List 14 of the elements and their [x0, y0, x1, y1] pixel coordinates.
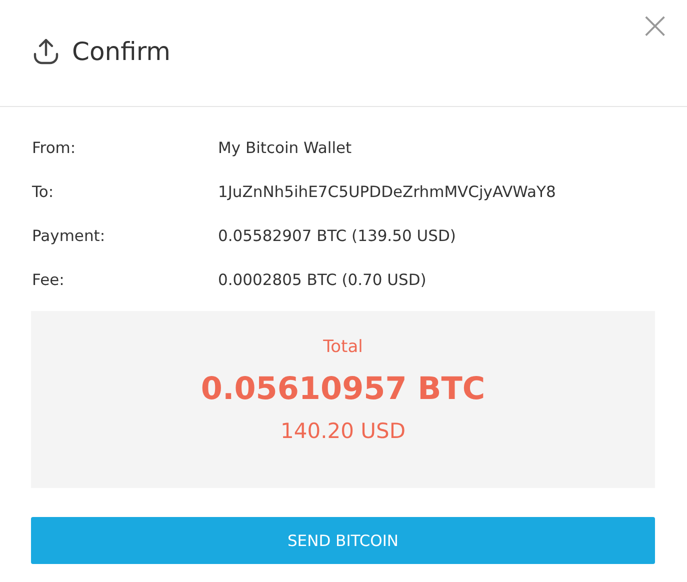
- detail-value: My Bitcoin Wallet: [218, 138, 352, 159]
- detail-label: Payment:: [32, 226, 106, 247]
- detail-label: From:: [32, 138, 77, 159]
- detail-value: 0.0002805 BTC (0.70 USD): [218, 270, 426, 291]
- detail-value: 1JuZnNh5ihE7C5UPDDeZrhmMVCjyAVWaY8: [218, 182, 556, 203]
- total-amount: 0.05610957 BTC: [200, 371, 486, 407]
- close-button[interactable]: ×: [635, 6, 675, 44]
- send-button[interactable]: SEND BITCOIN: [31, 517, 655, 564]
- total-label: Total: [323, 337, 363, 357]
- detail-label: Fee:: [32, 270, 66, 291]
- detail-label: To:: [32, 182, 55, 203]
- detail-value: 0.05582907 BTC (139.50 USD): [218, 226, 456, 247]
- dialog-title: Confirm: [72, 36, 171, 66]
- total-fiat: 140.20 USD: [280, 419, 406, 443]
